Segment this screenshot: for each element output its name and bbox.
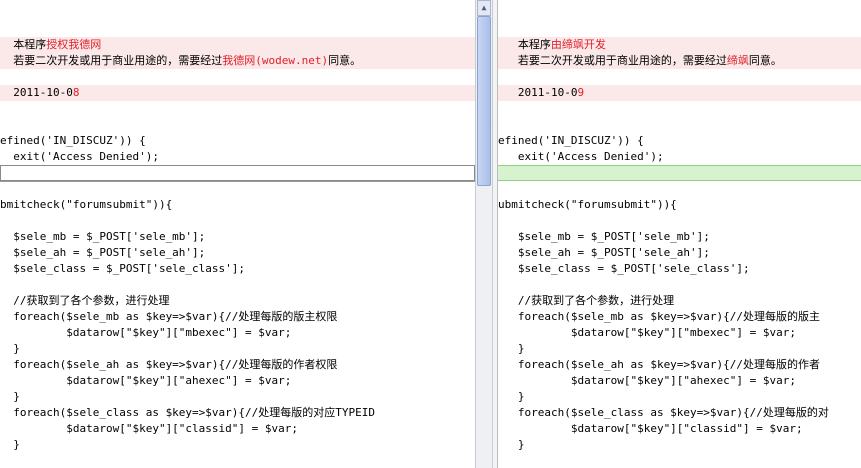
right-diff-pane[interactable]: 本程序由缔飒开发 若要二次开发或用于商业用途的，需要经过缔飒同意。 2011-1… (498, 0, 861, 468)
left-code-line: } (0, 390, 20, 403)
right-code-line: } (498, 342, 525, 355)
left-code-line: $datarow["$key"]["classid"] = $var; (0, 422, 299, 435)
left-code-line: foreach($sele_mb as $key=>$var){//处理每版的版… (0, 310, 338, 323)
right-code-line: foreach($sele_ah as $key=>$var){//处理每版的作… (498, 358, 821, 371)
left-code-line: $datarow["$key"]["ahexec"] = $var; (0, 374, 292, 387)
left-code-line: bmitcheck("forumsubmit")){ (0, 198, 173, 211)
right-header-line-1: 本程序由缔飒开发 (498, 37, 861, 53)
left-date-text: 2011-10-0 (0, 86, 73, 99)
right-code-line: exit('Access Denied'); (498, 150, 664, 163)
right-code-line: //获取到了各个参数，进行处理 (498, 294, 675, 307)
left-diff-pane[interactable]: 本程序授权我德网 若要二次开发或用于商业用途的，需要经过我德网(wodew.ne… (0, 0, 475, 468)
right-header-line-2: 若要二次开发或用于商业用途的，需要经过缔飒同意。 (498, 53, 861, 69)
left-code-line: $sele_class = $_POST['sele_class']; (0, 262, 246, 275)
left-code-line: //获取到了各个参数，进行处理 (0, 294, 170, 307)
left-code-line: foreach($sele_class as $key=>$var){//处理每… (0, 406, 376, 419)
right-header-2-suffix: 同意。 (748, 54, 782, 67)
left-missing-line-placeholder (0, 165, 475, 181)
left-code-line: } (0, 342, 20, 355)
left-header-2-suffix: 同意。 (328, 54, 362, 67)
right-code-line: } (498, 390, 525, 403)
right-code-line: $datarow["$key"]["ahexec"] = $var; (498, 374, 797, 387)
right-header-2-changed: 缔飒 (726, 54, 749, 67)
right-code-line: } (498, 438, 525, 451)
right-code-line: $sele_ah = $_POST['sele_ah']; (498, 246, 710, 259)
left-code-line: } (0, 438, 20, 451)
left-date-changed: 8 (72, 86, 80, 99)
right-code-line: $datarow["$key"]["classid"] = $var; (498, 422, 803, 435)
right-header-1-text: 本程序 (498, 38, 551, 51)
right-code-line: foreach($sele_class as $key=>$var){//处理每… (498, 406, 829, 419)
left-header-1-text: 本程序 (0, 38, 47, 51)
right-header-2-text: 若要二次开发或用于商业用途的，需要经过 (498, 54, 727, 67)
right-date-changed: 9 (577, 86, 585, 99)
right-code-line: efined('IN_DISCUZ')) { (498, 134, 644, 147)
right-code-line: foreach($sele_mb as $key=>$var){//处理每版的版… (498, 310, 821, 323)
left-code-line: $sele_ah = $_POST['sele_ah']; (0, 246, 206, 259)
left-header-2-text: 若要二次开发或用于商业用途的，需要经过 (0, 54, 223, 67)
right-code-line: $sele_class = $_POST['sele_class']; (498, 262, 750, 275)
left-code-line: efined('IN_DISCUZ')) { (0, 134, 146, 147)
right-header-1-changed: 由缔飒开发 (550, 38, 606, 51)
left-separator (0, 181, 475, 182)
right-code-line: $datarow["$key"]["mbexec"] = $var; (498, 326, 797, 339)
left-code-line: exit('Access Denied'); (0, 150, 159, 163)
left-code-line: $sele_mb = $_POST['sele_mb']; (0, 230, 206, 243)
right-date-text: 2011-10-0 (498, 86, 578, 99)
right-code-line: $sele_mb = $_POST['sele_mb']; (498, 230, 710, 243)
right-code-line: ubmitcheck("forumsubmit")){ (498, 198, 677, 211)
left-date-line: 2011-10-08 (0, 85, 475, 101)
right-added-line (498, 165, 861, 181)
left-header-1-changed: 授权我德网 (46, 38, 102, 51)
scrollbar-thumb[interactable] (477, 16, 491, 186)
left-header-line-1: 本程序授权我德网 (0, 37, 475, 53)
vertical-scrollbar[interactable]: ▲ (475, 0, 493, 468)
scroll-up-arrow-icon[interactable]: ▲ (477, 0, 491, 16)
left-code-line: foreach($sele_ah as $key=>$var){//处理每版的作… (0, 358, 338, 371)
left-code-line: $datarow["$key"]["mbexec"] = $var; (0, 326, 292, 339)
left-header-2-changed: 我德网(wodew.net) (222, 54, 329, 67)
right-date-line: 2011-10-09 (498, 85, 861, 101)
left-header-line-2: 若要二次开发或用于商业用途的，需要经过我德网(wodew.net)同意。 (0, 53, 475, 69)
